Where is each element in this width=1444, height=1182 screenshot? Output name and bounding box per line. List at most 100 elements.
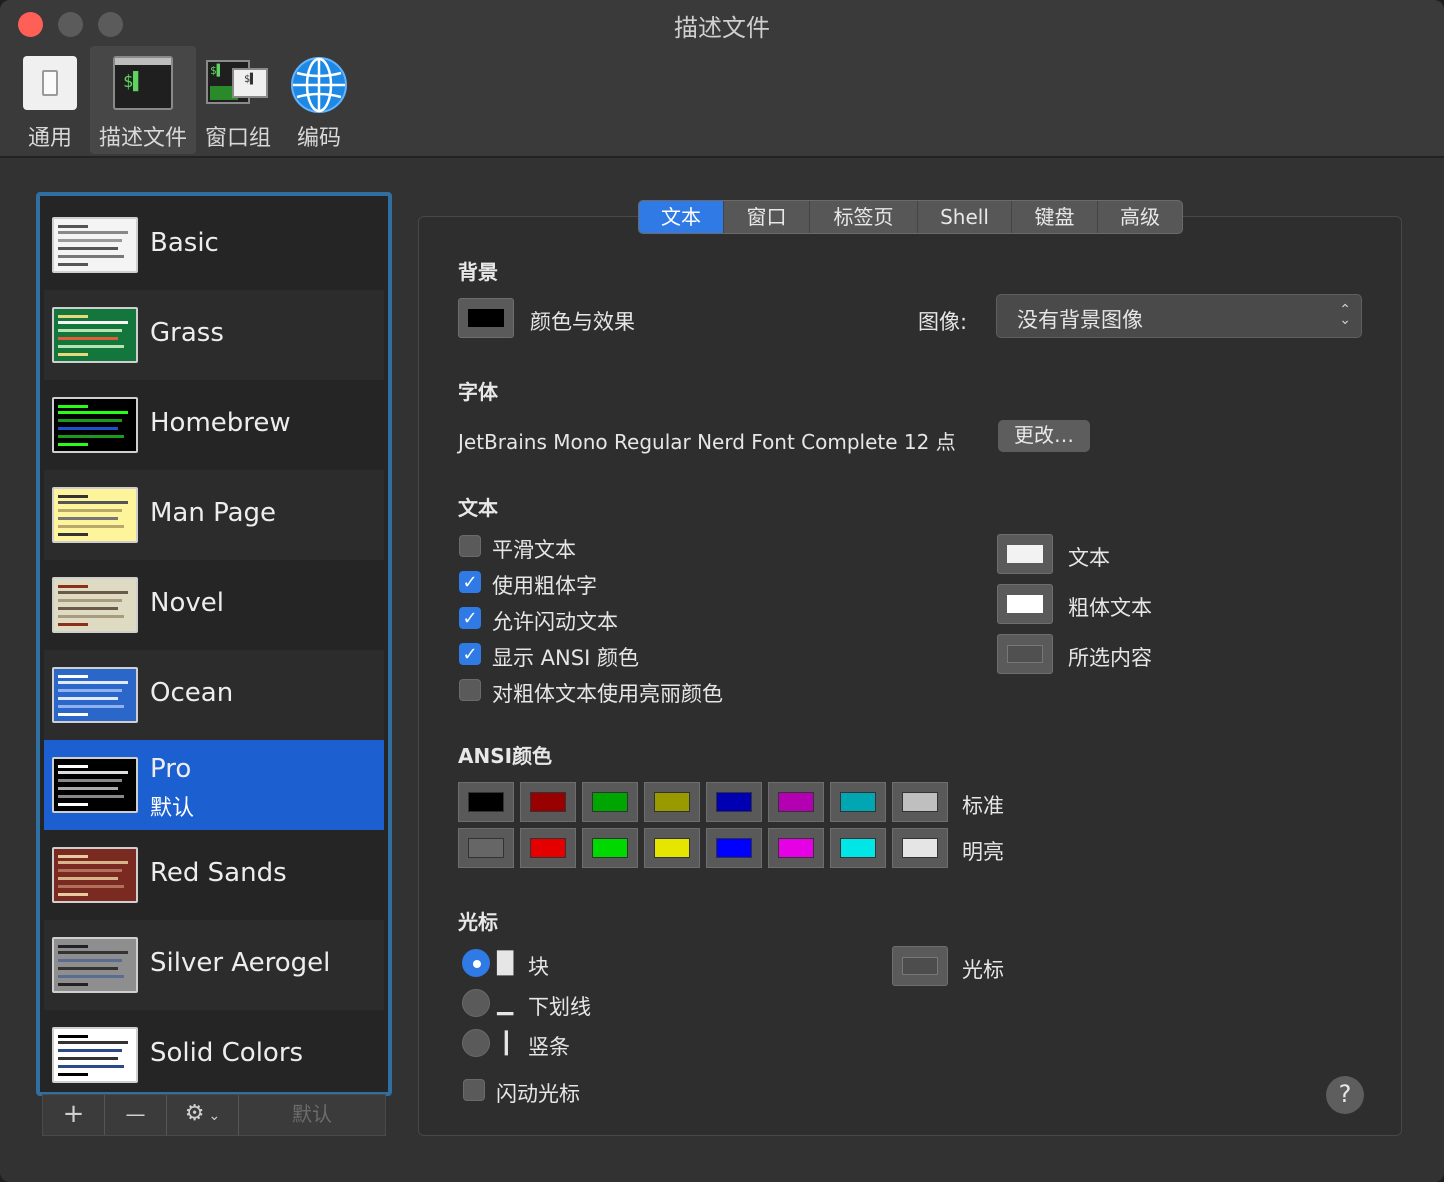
blink-text-label: 允许闪动文本 xyxy=(492,610,618,634)
profile-row-man-page[interactable]: Man Page xyxy=(44,470,384,560)
add-profile-button[interactable]: + xyxy=(43,1095,105,1135)
background-color-well[interactable] xyxy=(458,298,514,338)
profile-row-ocean[interactable]: Ocean xyxy=(44,650,384,740)
font-heading: 字体 xyxy=(458,380,498,404)
updown-chevron-icon: ⌃ ⌄ xyxy=(1339,302,1351,328)
bold-text-color-well[interactable] xyxy=(997,584,1053,624)
ansi-colors-checkbox[interactable]: ✓ xyxy=(459,643,481,665)
ansi-normal-color-5[interactable] xyxy=(768,782,824,822)
ansi-bright-color-3[interactable] xyxy=(644,828,700,868)
background-image-select[interactable]: 没有背景图像 ⌃ ⌄ xyxy=(996,294,1362,338)
ansi-normal-color-1[interactable] xyxy=(520,782,576,822)
profile-row-red-sands[interactable]: Red Sands xyxy=(44,830,384,920)
color-swatch xyxy=(654,838,690,858)
bright-bold-label: 对粗体文本使用亮丽颜色 xyxy=(492,682,723,706)
change-font-button[interactable]: 更改… xyxy=(998,420,1090,452)
bold-font-label: 使用粗体字 xyxy=(492,574,597,598)
bold-text-color-label: 粗体文本 xyxy=(1068,596,1152,620)
selection-color-well[interactable] xyxy=(997,634,1053,674)
color-swatch xyxy=(530,792,566,812)
ansi-bright-color-6[interactable] xyxy=(830,828,886,868)
globe-icon xyxy=(290,56,348,120)
bold-font-checkbox[interactable]: ✓ xyxy=(459,571,481,593)
ansi-normal-color-0[interactable] xyxy=(458,782,514,822)
profile-thumbnail xyxy=(52,667,138,723)
window-group-icon: $▌ $▌ xyxy=(206,56,270,110)
selection-color-label: 所选内容 xyxy=(1068,646,1152,670)
ansi-bright-color-7[interactable] xyxy=(892,828,948,868)
profile-row-homebrew[interactable]: Homebrew xyxy=(44,380,384,470)
toolbar-profiles[interactable]: $▌ 描述文件 xyxy=(90,46,196,154)
profile-row-pro[interactable]: Pro 默认 xyxy=(44,740,384,830)
settings-tabs: 文本 窗口 标签页 Shell 键盘 高级 xyxy=(638,200,1183,234)
profile-name: Red Sands xyxy=(150,858,287,888)
tab-text[interactable]: 文本 xyxy=(639,201,724,233)
set-default-button[interactable]: 默认 xyxy=(239,1095,385,1135)
profile-row-silver-aerogel[interactable]: Silver Aerogel xyxy=(44,920,384,1010)
profile-row-solid-colors[interactable]: Solid Colors xyxy=(44,1010,384,1092)
profile-thumbnail xyxy=(52,757,138,813)
toolbar-general[interactable]: 通用 xyxy=(14,46,86,154)
cursor-bar-label: 竖条 xyxy=(528,1035,570,1059)
tab-tab[interactable]: 标签页 xyxy=(810,201,918,233)
toolbar-encodings[interactable]: 编码 xyxy=(284,46,354,154)
color-swatch xyxy=(468,838,504,858)
titlebar: 描述文件 通用 $▌ 描述文件 $▌ $▌ 窗口组 编码 xyxy=(0,0,1444,158)
smooth-text-checkbox[interactable] xyxy=(459,535,481,557)
text-color-well[interactable] xyxy=(997,534,1053,574)
ansi-normal-color-4[interactable] xyxy=(706,782,762,822)
ansi-normal-color-6[interactable] xyxy=(830,782,886,822)
bright-bold-checkbox[interactable] xyxy=(459,679,481,701)
remove-profile-button[interactable]: — xyxy=(105,1095,167,1135)
profile-row-grass[interactable]: Grass xyxy=(44,290,384,380)
blink-cursor-checkbox[interactable] xyxy=(463,1079,485,1101)
color-swatch xyxy=(840,838,876,858)
profile-row-basic[interactable]: Basic xyxy=(44,200,384,290)
profile-name: Novel xyxy=(150,588,224,618)
cursor-underline-radio[interactable] xyxy=(462,989,490,1017)
ansi-colors-label: 显示 ANSI 颜色 xyxy=(492,646,639,670)
profile-name: Man Page xyxy=(150,498,277,528)
toolbar-general-label: 通用 xyxy=(27,126,72,151)
blink-text-checkbox[interactable]: ✓ xyxy=(459,607,481,629)
switch-icon xyxy=(23,56,77,110)
tab-keyboard[interactable]: 键盘 xyxy=(1012,201,1098,233)
profile-row-novel[interactable]: Novel xyxy=(44,560,384,650)
profile-thumbnail xyxy=(52,937,138,993)
ansi-normal-color-2[interactable] xyxy=(582,782,638,822)
profile-actions-button[interactable]: ⚙ ⌄ xyxy=(167,1095,239,1135)
toolbar-window-groups[interactable]: $▌ $▌ 窗口组 xyxy=(200,46,276,154)
color-swatch xyxy=(902,838,938,858)
ansi-normal-color-3[interactable] xyxy=(644,782,700,822)
profile-thumbnail xyxy=(52,397,138,453)
cursor-block-radio[interactable] xyxy=(462,949,490,977)
toolbar-profiles-label: 描述文件 xyxy=(98,126,187,151)
profile-thumbnail xyxy=(52,847,138,903)
profile-name: Basic xyxy=(150,228,219,258)
profile-name: Ocean xyxy=(150,678,234,708)
help-button[interactable]: ? xyxy=(1326,1076,1364,1114)
ansi-normal-label: 标准 xyxy=(962,794,1004,818)
chevron-down-icon: ⌄ xyxy=(208,1108,221,1124)
ansi-bright-color-0[interactable] xyxy=(458,828,514,868)
profile-thumbnail xyxy=(52,217,138,273)
tab-window[interactable]: 窗口 xyxy=(724,201,810,233)
preferences-window: 描述文件 通用 $▌ 描述文件 $▌ $▌ 窗口组 编码 Basic Grass… xyxy=(0,0,1444,1182)
profile-thumbnail xyxy=(52,487,138,543)
cursor-heading: 光标 xyxy=(458,910,498,934)
default-label: 默认 xyxy=(150,796,195,821)
ansi-normal-color-7[interactable] xyxy=(892,782,948,822)
color-swatch xyxy=(778,838,814,858)
ansi-bright-color-5[interactable] xyxy=(768,828,824,868)
profile-list[interactable]: Basic Grass Homebrew Man Page Novel Ocea… xyxy=(36,192,392,1096)
block-cursor-icon: █ xyxy=(497,951,514,975)
ansi-bright-color-1[interactable] xyxy=(520,828,576,868)
blink-cursor-label: 闪动光标 xyxy=(496,1082,580,1106)
cursor-bar-radio[interactable] xyxy=(462,1029,490,1057)
tab-advanced[interactable]: 高级 xyxy=(1098,201,1182,233)
cursor-color-well[interactable] xyxy=(892,946,948,986)
ansi-bright-color-2[interactable] xyxy=(582,828,638,868)
profile-name: Homebrew xyxy=(150,408,291,438)
tab-shell[interactable]: Shell xyxy=(918,201,1012,233)
ansi-bright-color-4[interactable] xyxy=(706,828,762,868)
